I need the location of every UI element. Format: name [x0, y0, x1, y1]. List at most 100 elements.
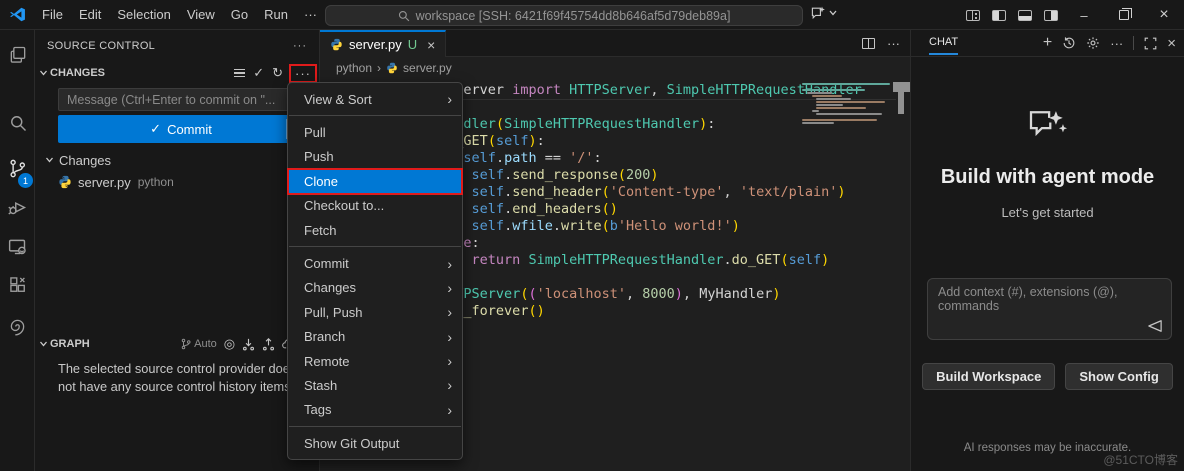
- minimap[interactable]: [802, 83, 892, 125]
- chat-panel: CHAT + ··· × Build with agent mode Let's…: [910, 30, 1184, 471]
- menu-go[interactable]: Go: [223, 7, 256, 22]
- graph-section-header[interactable]: GRAPH Auto ◎ ↻: [35, 333, 319, 355]
- send-icon[interactable]: [1147, 319, 1163, 333]
- menu-selection[interactable]: Selection: [109, 7, 178, 22]
- menu-item-remote[interactable]: Remote ›: [288, 349, 462, 373]
- python-file-icon: [386, 62, 398, 74]
- menu-more[interactable]: ···: [296, 7, 325, 22]
- toggle-panel-icon[interactable]: [1012, 9, 1038, 21]
- tab-untracked-badge: U: [407, 37, 418, 52]
- tab-label: server.py: [349, 37, 402, 52]
- changes-more-actions-icon[interactable]: ···: [289, 63, 317, 83]
- run-debug-icon[interactable]: [0, 189, 35, 225]
- file-folder-desc: python: [137, 175, 174, 189]
- graph-empty-message: The selected source control provider doe…: [58, 361, 297, 394]
- changes-section-label: CHANGES: [50, 67, 106, 79]
- minimize-button[interactable]: –: [1064, 0, 1104, 30]
- menu-item-pull-push[interactable]: Pull, Push ›: [288, 300, 462, 324]
- menu-item-fetch[interactable]: Fetch: [288, 218, 462, 242]
- python-file-icon: [58, 175, 72, 189]
- changes-tree-group[interactable]: Changes: [35, 149, 319, 171]
- chat-input[interactable]: [938, 285, 1145, 333]
- command-center-search[interactable]: workspace [SSH: 6421f69f45754dd8b646af5d…: [325, 5, 803, 26]
- commit-check-icon[interactable]: ✓: [253, 65, 264, 81]
- copilot-button[interactable]: [810, 5, 837, 21]
- source-control-icon[interactable]: 1: [0, 150, 35, 188]
- graph-push-icon[interactable]: [262, 337, 275, 351]
- menu-item-push[interactable]: Push: [288, 145, 462, 169]
- menu-item-tags[interactable]: Tags ›: [288, 398, 462, 422]
- changes-section-header[interactable]: CHANGES ✓ ↻ ···: [35, 62, 319, 84]
- scrollbar-decoration[interactable]: [893, 82, 910, 114]
- source-control-context-menu: View & Sort › Pull Push Clone Checkout to... F…: [287, 82, 463, 461]
- source-control-panel: SOURCE CONTROL ··· CHANGES ✓ ↻ ··· ✓ Com…: [35, 30, 320, 471]
- menu-item-clone[interactable]: Clone: [287, 168, 463, 195]
- chevron-down-icon: [39, 70, 48, 76]
- submenu-arrow-icon: ›: [447, 91, 452, 108]
- sidebar-more-icon[interactable]: ···: [293, 40, 307, 52]
- chevron-down-icon: [45, 157, 54, 163]
- refresh-icon[interactable]: ↻: [272, 65, 283, 81]
- breadcrumb[interactable]: python › server.py: [320, 57, 910, 78]
- new-chat-icon[interactable]: +: [1043, 34, 1052, 52]
- toggle-primary-sidebar-icon[interactable]: [986, 9, 1012, 21]
- file-name: server.py: [78, 174, 131, 190]
- submenu-arrow-icon: ›: [447, 279, 452, 296]
- menu-item-pull[interactable]: Pull: [288, 120, 462, 144]
- tab-server-py[interactable]: server.py U ×: [320, 30, 447, 57]
- commit-button[interactable]: ✓ Commit: [58, 115, 304, 143]
- search-icon: [398, 10, 410, 22]
- explorer-icon[interactable]: [0, 37, 35, 73]
- activity-bar: 1: [0, 30, 35, 471]
- submenu-arrow-icon: ›: [447, 304, 452, 321]
- menu-view[interactable]: View: [179, 7, 223, 22]
- changed-file-row[interactable]: server.py python: [35, 171, 319, 193]
- menu-run[interactable]: Run: [256, 7, 296, 22]
- graph-auto-toggle[interactable]: Auto: [180, 338, 217, 350]
- graph-pull-icon[interactable]: [242, 338, 255, 351]
- history-icon[interactable]: [1062, 36, 1076, 50]
- build-workspace-button[interactable]: Build Workspace: [922, 363, 1056, 390]
- extensions-icon[interactable]: [0, 267, 35, 303]
- menu-item-branch[interactable]: Branch ›: [288, 325, 462, 349]
- menu-file[interactable]: File: [34, 7, 71, 22]
- chat-title: Build with agent mode: [940, 166, 1155, 188]
- chat-more-icon[interactable]: ···: [1110, 36, 1123, 51]
- editor-more-actions-icon[interactable]: ···: [887, 36, 900, 51]
- close-button[interactable]: ×: [1144, 0, 1184, 30]
- title-bar: File Edit Selection View Go Run ··· ← → …: [0, 0, 1184, 30]
- menu-item-changes[interactable]: Changes ›: [288, 276, 462, 300]
- submenu-arrow-icon: ›: [447, 353, 452, 370]
- menu-item-checkout-to[interactable]: Checkout to...: [288, 194, 462, 218]
- submenu-arrow-icon: ›: [447, 328, 452, 345]
- copilot-icon: [810, 5, 826, 21]
- tab-close-icon[interactable]: ×: [427, 37, 435, 53]
- menu-item-view-sort[interactable]: View & Sort ›: [288, 87, 462, 111]
- chat-input-container: [927, 278, 1172, 340]
- toggle-secondary-sidebar-icon[interactable]: [1038, 9, 1064, 21]
- submenu-arrow-icon: ›: [447, 377, 452, 394]
- menu-separator: [289, 426, 461, 428]
- split-editor-icon[interactable]: [862, 38, 875, 49]
- graph-target-icon[interactable]: ◎: [224, 336, 235, 352]
- menu-item-show-git-output[interactable]: Show Git Output: [288, 431, 462, 455]
- customize-layout-icon[interactable]: [960, 9, 986, 21]
- tab-bar: server.py U × ···: [320, 30, 910, 57]
- restore-button[interactable]: [1104, 0, 1144, 30]
- commit-message-input[interactable]: [58, 88, 304, 111]
- tab-chat[interactable]: CHAT: [929, 36, 959, 55]
- close-panel-icon[interactable]: ×: [1167, 35, 1176, 52]
- check-icon: ✓: [150, 121, 162, 136]
- menu-item-stash[interactable]: Stash ›: [288, 373, 462, 397]
- remote-explorer-icon[interactable]: [0, 228, 35, 264]
- show-config-button[interactable]: Show Config: [1065, 363, 1173, 390]
- menu-item-commit[interactable]: Commit ›: [288, 251, 462, 275]
- maximize-panel-icon[interactable]: [1144, 37, 1157, 50]
- gear-icon[interactable]: [1086, 36, 1100, 50]
- search-sidebar-icon[interactable]: [0, 105, 35, 141]
- submenu-arrow-icon: ›: [447, 401, 452, 418]
- watermark: @51CTO博客: [1103, 453, 1178, 467]
- extension-spiral-icon[interactable]: [0, 308, 35, 344]
- menu-edit[interactable]: Edit: [71, 7, 109, 22]
- view-as-list-icon[interactable]: [234, 68, 246, 78]
